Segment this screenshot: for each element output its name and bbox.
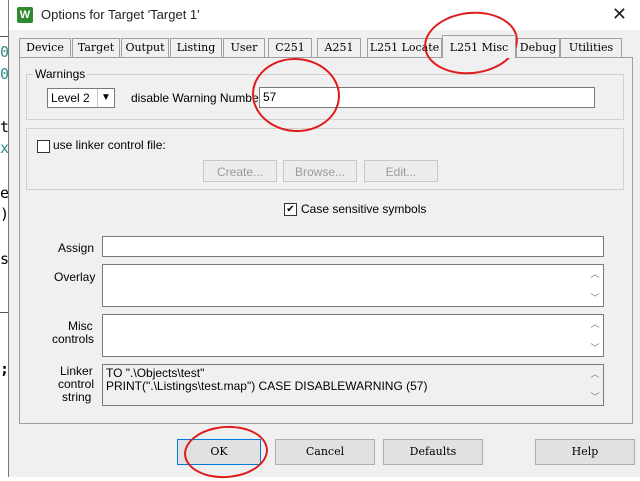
tab-device[interactable]: Device <box>19 38 71 57</box>
title-bar[interactable]: W Options for Target 'Target 1' ✕ <box>9 0 640 30</box>
case-sensitive-checkbox[interactable]: ✔ <box>284 203 297 216</box>
tab-a251[interactable]: A251 <box>317 38 361 57</box>
overlay-textarea[interactable]: ︿ ﹀ <box>102 264 604 307</box>
assign-label: Assign <box>58 241 95 255</box>
misc-label-line2: controls <box>52 332 95 346</box>
edit-button[interactable]: Edit... <box>364 160 438 182</box>
warning-level-value: Level 2 <box>51 91 90 105</box>
tab-utilities[interactable]: Utilities <box>560 38 622 57</box>
chevron-down-icon: ▼ <box>97 89 114 107</box>
l251-misc-panel: Warnings Level 2 ▼ disable Warning Numbe… <box>19 57 633 424</box>
linker-string-label-line2: control <box>58 377 95 391</box>
scroll-down-icon[interactable]: ﹀ <box>589 341 601 354</box>
warnings-group: Warnings Level 2 ▼ disable Warning Numbe… <box>26 67 624 120</box>
disable-warnings-input[interactable]: 57 <box>259 87 595 108</box>
linker-control-string: TO ".\Objects\test" PRINT(".\Listings\te… <box>102 364 604 406</box>
close-icon[interactable]: ✕ <box>612 4 627 25</box>
keil-app-icon: W <box>17 7 33 23</box>
tab-user[interactable]: User <box>223 38 265 57</box>
tab-target[interactable]: Target <box>72 38 120 57</box>
tab-l251-misc[interactable]: L251 Misc <box>442 35 516 58</box>
disable-warnings-label: disable Warning Numbers: <box>131 91 272 105</box>
overlay-label: Overlay <box>54 270 96 284</box>
linker-string-label-line1: Linker <box>60 364 93 378</box>
linker-string-label-line3: string <box>62 390 92 404</box>
dialog-title: Options for Target 'Target 1' <box>41 7 200 22</box>
linker-string-line2: PRINT(".\Listings\test.map") CASE DISABL… <box>106 379 428 393</box>
linker-file-group: use linker control file: Create... Brows… <box>26 128 624 190</box>
ok-button[interactable]: OK <box>177 439 261 465</box>
defaults-button[interactable]: Defaults <box>383 439 483 465</box>
tab-l251-locate[interactable]: L251 Locate <box>367 38 442 57</box>
assign-input[interactable] <box>102 236 604 257</box>
create-button[interactable]: Create... <box>203 160 277 182</box>
cancel-button[interactable]: Cancel <box>275 439 375 465</box>
tab-c251[interactable]: C251 <box>268 38 312 57</box>
misc-label-line1: Misc <box>68 319 93 333</box>
scroll-down-icon[interactable]: ﹀ <box>589 291 601 304</box>
tab-output[interactable]: Output <box>121 38 169 57</box>
help-button[interactable]: Help <box>535 439 635 465</box>
tab-listing[interactable]: Listing <box>170 38 222 57</box>
browse-button[interactable]: Browse... <box>283 160 357 182</box>
scroll-down-icon[interactable]: ﹀ <box>589 390 601 403</box>
warning-level-select[interactable]: Level 2 ▼ <box>47 88 115 108</box>
options-dialog: W Options for Target 'Target 1' ✕ Device… <box>8 0 640 477</box>
tab-debug[interactable]: Debug <box>516 38 560 57</box>
use-linker-file-label: use linker control file: <box>53 138 166 152</box>
misc-controls-textarea[interactable]: ︿ ﹀ <box>102 314 604 357</box>
case-sensitive-label: Case sensitive symbols <box>301 202 427 216</box>
scroll-up-icon[interactable]: ︿ <box>589 317 601 330</box>
use-linker-file-checkbox[interactable] <box>37 140 50 153</box>
scroll-up-icon[interactable]: ︿ <box>589 367 601 380</box>
scroll-up-icon[interactable]: ︿ <box>589 267 601 280</box>
warnings-group-label: Warnings <box>33 67 88 81</box>
